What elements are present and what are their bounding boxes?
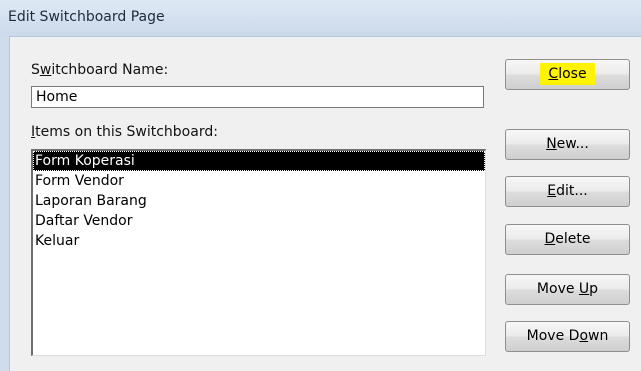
- delete-button[interactable]: Delete: [505, 224, 630, 255]
- move-up-button[interactable]: Move Up: [505, 274, 630, 305]
- switchboard-name-input[interactable]: [31, 86, 484, 108]
- move-down-button[interactable]: Move Down: [505, 321, 630, 352]
- window-frame-left: [0, 36, 10, 371]
- close-button[interactable]: Close: [505, 59, 630, 90]
- list-item[interactable]: Form Vendor: [33, 171, 485, 191]
- list-item[interactable]: Daftar Vendor: [33, 211, 485, 231]
- switchboard-items-list[interactable]: Form Koperasi Form Vendor Laporan Barang…: [31, 149, 486, 356]
- window-title: Edit Switchboard Page: [8, 9, 165, 25]
- list-item[interactable]: Laporan Barang: [33, 191, 485, 211]
- close-label-highlight: Close: [540, 63, 595, 85]
- switchboard-name-label: Switchboard Name:: [31, 62, 169, 78]
- edit-button[interactable]: Edit...: [505, 176, 630, 207]
- edit-switchboard-page-dialog: Edit Switchboard Page Switchboard Name: …: [0, 0, 641, 371]
- items-label: Items on this Switchboard:: [31, 124, 218, 140]
- list-item[interactable]: Keluar: [33, 231, 485, 251]
- title-bar[interactable]: Edit Switchboard Page: [0, 0, 641, 37]
- new-button[interactable]: New...: [505, 129, 630, 160]
- list-item[interactable]: Form Koperasi: [33, 151, 485, 171]
